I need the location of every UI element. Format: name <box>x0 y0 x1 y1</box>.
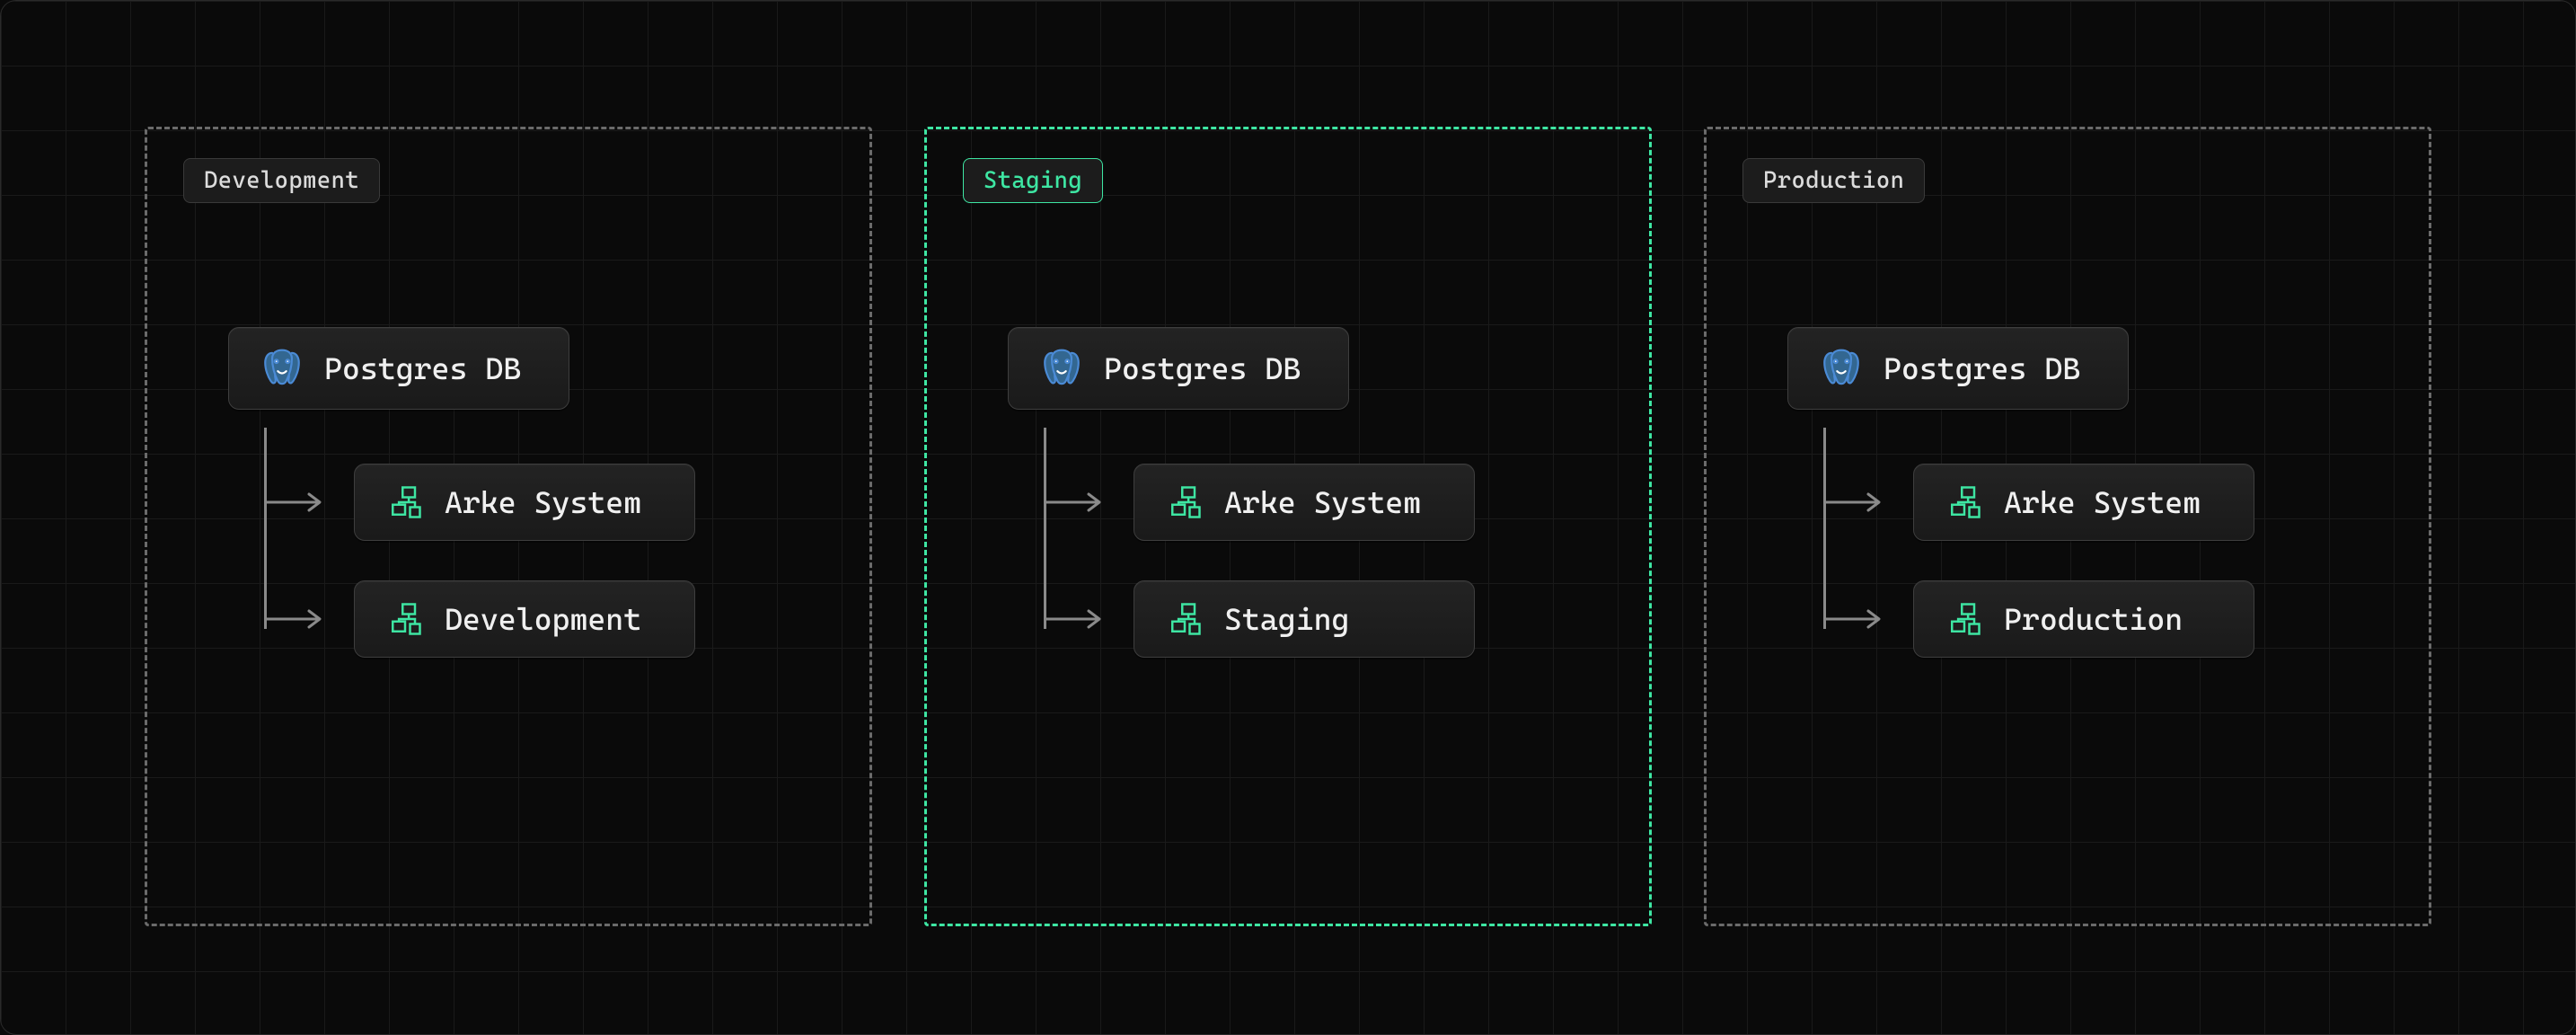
env-development: Development Postgres DB <box>145 127 872 926</box>
schema-icon <box>1945 482 1984 522</box>
schema-node-staging: Staging <box>1134 580 1475 658</box>
postgres-icon <box>260 346 304 391</box>
postgres-db-node: Postgres DB <box>1787 327 2129 410</box>
db-node-row: Postgres DB <box>1787 327 2375 410</box>
diagram-frame: Development Postgres DB <box>0 0 2576 1035</box>
schema-icon <box>1165 599 1204 639</box>
schema-label: Arke System <box>1224 484 1421 520</box>
db-children: Arke System Production <box>1823 464 2375 658</box>
env-body-production: Postgres DB Arke System <box>1787 327 2375 697</box>
schema-label: Staging <box>1224 601 1349 637</box>
schema-node-arke-system: Arke System <box>1913 464 2254 541</box>
arrow-icon <box>264 490 331 515</box>
env-body-staging: Postgres DB Arke System <box>1008 327 1595 697</box>
connector-spine <box>1044 428 1046 629</box>
schema-label: Development <box>445 601 641 637</box>
child-row: Arke System <box>1823 464 2375 541</box>
schema-icon <box>385 482 425 522</box>
arrow-icon <box>1823 490 1890 515</box>
schema-label: Production <box>2004 601 2183 637</box>
arrow-icon <box>1044 490 1110 515</box>
schema-node-production: Production <box>1913 580 2254 658</box>
postgres-icon <box>1039 346 1084 391</box>
arrow-icon <box>1044 606 1110 632</box>
schema-node-arke-system: Arke System <box>1134 464 1475 541</box>
schema-label: Arke System <box>445 484 641 520</box>
postgres-db-label: Postgres DB <box>1883 350 2080 386</box>
connector-spine <box>1823 428 1826 629</box>
postgres-db-node: Postgres DB <box>228 327 569 410</box>
child-row: Arke System <box>1044 464 1595 541</box>
schema-icon <box>385 599 425 639</box>
env-staging: Staging Postgres DB <box>924 127 1652 926</box>
env-body-development: Postgres DB Arke System <box>228 327 816 697</box>
env-production: Production Postgres DB <box>1704 127 2431 926</box>
postgres-db-node: Postgres DB <box>1008 327 1349 410</box>
connector-spine <box>264 428 267 629</box>
arrow-icon <box>264 606 331 632</box>
schema-node-arke-system: Arke System <box>354 464 695 541</box>
db-node-row: Postgres DB <box>228 327 816 410</box>
child-row: Production <box>1823 580 2375 658</box>
schema-icon <box>1945 599 1984 639</box>
child-row: Arke System <box>264 464 816 541</box>
env-label-production: Production <box>1742 158 1925 203</box>
schema-node-development: Development <box>354 580 695 658</box>
postgres-db-label: Postgres DB <box>324 350 521 386</box>
schema-label: Arke System <box>2004 484 2201 520</box>
environments-row: Development Postgres DB <box>1 1 2575 1034</box>
postgres-db-label: Postgres DB <box>1104 350 1301 386</box>
child-row: Development <box>264 580 816 658</box>
arrow-icon <box>1823 606 1890 632</box>
db-children: Arke System Staging <box>1044 464 1595 658</box>
db-node-row: Postgres DB <box>1008 327 1595 410</box>
db-children: Arke System Development <box>264 464 816 658</box>
env-label-development: Development <box>183 158 380 203</box>
postgres-icon <box>1819 346 1864 391</box>
child-row: Staging <box>1044 580 1595 658</box>
schema-icon <box>1165 482 1204 522</box>
env-label-staging: Staging <box>963 158 1103 203</box>
